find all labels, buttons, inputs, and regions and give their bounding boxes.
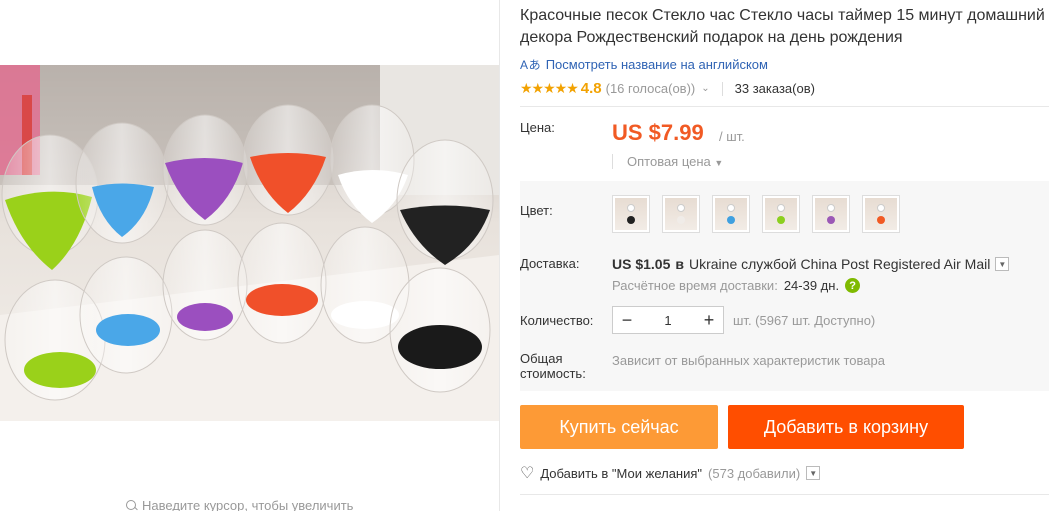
color-swatch-white[interactable] — [662, 195, 700, 233]
swatch-thumb — [615, 198, 647, 230]
price-value: US $7.99 — [612, 120, 704, 145]
delivery-days: 24-39 дн. — [783, 278, 840, 293]
divider — [520, 494, 1049, 495]
wishlist-label: Добавить в "Мои желания" — [540, 465, 703, 481]
rating-value: 4.8 — [580, 80, 602, 97]
total-value: Зависит от выбранных характеристик товар… — [612, 353, 885, 368]
color-swatch-black[interactable] — [612, 195, 650, 233]
increment-button[interactable]: + — [695, 307, 723, 333]
color-label: Цвет: — [520, 203, 553, 218]
delivery-estimate-label: Расчётное время доставки: — [612, 278, 778, 293]
translate-icon: A あ — [520, 58, 541, 72]
swatch-thumb — [815, 198, 847, 230]
color-swatch-blue[interactable] — [712, 195, 750, 233]
quantity-label: Количество: — [520, 313, 594, 328]
translate-link[interactable]: A あ Посмотреть название на английском — [520, 56, 768, 73]
product-gallery: Наведите курсор, чтобы увеличить — [0, 0, 500, 511]
price-unit: / шт. — [719, 129, 745, 144]
delivery-estimate: Расчётное время доставки: 24-39 дн. ? — [612, 278, 861, 293]
main-product-image[interactable] — [0, 65, 499, 421]
total-label: Общая стоимость: — [520, 351, 586, 381]
rating-row: ★★★★★ 4.8 (16 голоса(ов)) ⌄ 33 заказа(ов… — [520, 80, 815, 97]
hourglass-photo — [0, 65, 499, 421]
product-title: Красочные песок Стекло час Стекло часы т… — [520, 7, 1045, 46]
swatch-thumb — [715, 198, 747, 230]
color-swatch-purple[interactable] — [812, 195, 850, 233]
buy-now-button[interactable]: Купить сейчас — [520, 405, 718, 449]
zoom-hint: Наведите курсор, чтобы увеличить — [126, 498, 353, 511]
chevron-down-icon[interactable]: ▼ — [806, 466, 821, 480]
help-icon[interactable]: ? — [845, 278, 861, 293]
magnifier-icon — [126, 499, 138, 511]
add-to-cart-button[interactable]: Добавить в корзину — [728, 405, 964, 449]
quantity-input[interactable]: 1 — [641, 313, 695, 328]
heart-icon: ♡ — [520, 465, 535, 482]
quantity-available: шт. (5967 шт. Доступно) — [733, 313, 876, 328]
shipping-price: US $1.05 — [612, 256, 671, 272]
shipping-label: Доставка: — [520, 256, 580, 271]
translate-link-text: Посмотреть название на английском — [545, 57, 768, 72]
chevron-down-icon[interactable]: ▼ — [995, 257, 1010, 271]
divider — [721, 81, 723, 96]
orders-count: 33 заказа(ов) — [734, 81, 815, 96]
caret-down-icon: ▼ — [714, 158, 724, 168]
rating-votes-link[interactable]: (16 голоса(ов)) — [606, 81, 696, 96]
color-swatches — [612, 195, 900, 233]
swatch-thumb — [865, 198, 897, 230]
swatch-thumb — [665, 198, 697, 230]
color-swatch-green[interactable] — [762, 195, 800, 233]
decrement-button[interactable]: − — [613, 307, 641, 333]
wholesale-price-toggle[interactable]: Оптовая цена ▼ — [612, 154, 723, 169]
price-label: Цена: — [520, 120, 555, 135]
zoom-hint-text: Наведите курсор, чтобы увеличить — [142, 498, 354, 511]
shipping-prefix: в — [675, 256, 684, 272]
shipping-destination: Ukraine службой China Post Registered Ai… — [688, 256, 991, 272]
chevron-down-icon[interactable]: ⌄ — [701, 83, 709, 94]
swatch-thumb — [765, 198, 797, 230]
wholesale-label: Оптовая цена — [627, 154, 711, 169]
quantity-stepper: − 1 + — [612, 306, 724, 334]
wishlist-link[interactable]: ♡ Добавить в "Мои желания" (573 добавили… — [520, 463, 821, 483]
wishlist-count: (573 добавили) — [708, 465, 801, 481]
star-rating-icon: ★★★★★ — [520, 80, 579, 96]
divider — [520, 106, 1049, 107]
shipping-method[interactable]: US $1.05 в Ukraine службой China Post Re… — [612, 256, 1010, 272]
color-swatch-orange[interactable] — [862, 195, 900, 233]
